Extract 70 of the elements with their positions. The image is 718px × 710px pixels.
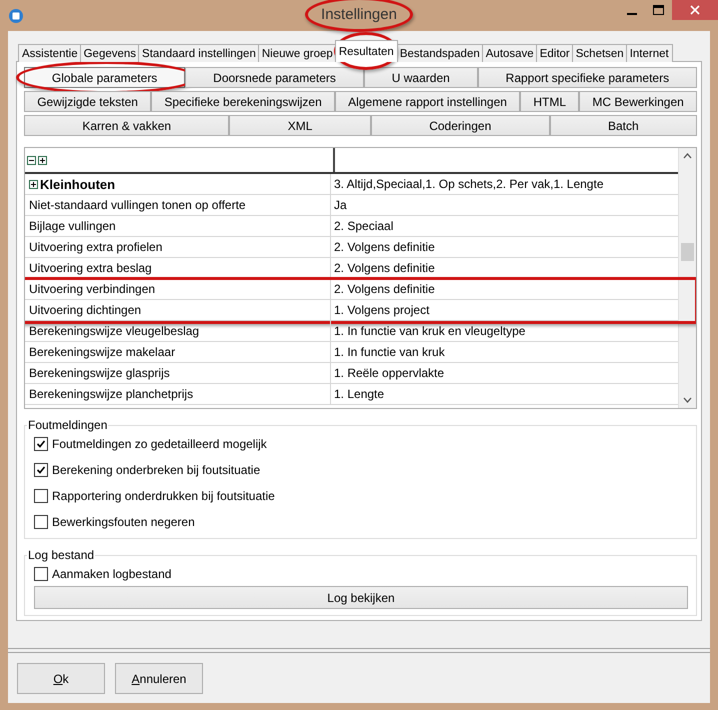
property-value: 1. Volgens project [334,303,430,317]
tab[interactable]: Internet [626,44,673,62]
section-button[interactable]: Coderingen [370,115,550,136]
property-value: 2. Volgens definitie [334,240,435,254]
property-name: Uitvoering verbindingen [29,282,156,296]
section-button[interactable]: Rapport specifieke parameters [478,67,698,88]
section-button[interactable]: Specifieke berekeningswijzen [151,91,335,112]
tab[interactable]: Gegevens [80,44,140,62]
app-icon [8,8,24,24]
checkbox[interactable] [34,489,48,503]
section-button[interactable]: XML [229,115,371,136]
tab[interactable]: Autosave [482,44,538,62]
close-button[interactable] [672,0,718,20]
property-value: 1. In functie van kruk [334,345,445,359]
property-value: 2. Volgens definitie [334,282,435,296]
section-button[interactable]: Gewijzigde teksten [24,91,152,112]
dialog-button[interactable]: Ok [17,663,105,694]
section-button[interactable]: Algemene rapport instellingen [334,91,520,112]
section-button[interactable]: MC Bewerkingen [579,91,697,112]
close-icon [690,5,700,15]
property-name: Kleinhouten [40,176,116,192]
property-name: Bijlage vullingen [29,219,116,233]
maximize-icon [653,5,664,15]
checkbox-option[interactable]: Rapportering onderdrukken bij foutsituatie [34,486,688,506]
property-name: Niet-standaard vullingen tonen op offerte [29,198,246,212]
tab[interactable]: Bestandspaden [396,44,484,62]
expand-icon[interactable] [29,180,38,188]
tab[interactable]: Schetsen [572,44,628,62]
checkbox-option[interactable]: Aanmaken logbestand [34,564,688,584]
property-name: Berekeningswijze vleugelbeslag [29,324,200,338]
property-value: 1. Lengte [334,387,384,401]
property-name: Uitvoering extra profielen [29,240,162,254]
property-value: Ja [334,198,347,212]
group-title: Log bestand [27,548,96,562]
section-button[interactable]: HTML [520,91,580,112]
property-name: Uitvoering dichtingen [29,303,142,317]
view-log-button[interactable]: Log bekijken [34,586,688,609]
property-name: Berekeningswijze makelaar [29,345,176,359]
tab[interactable]: Nieuwe groep [258,44,337,62]
property-value: 1. In functie van kruk en vleugeltype [334,324,526,338]
property-name: Berekeningswijze glasprijs [29,366,170,380]
section-button[interactable]: Karren & vakken [24,115,230,136]
property-value: 2. Speciaal [334,219,394,233]
property-name: Berekeningswijze planchetprijs [29,387,194,401]
tab[interactable]: Assistentie [18,44,82,62]
checkbox-option[interactable]: Bewerkingsfouten negeren [34,512,688,532]
tab[interactable]: Resultaten [334,40,398,62]
checkbox[interactable] [34,567,48,581]
checkbox-option[interactable]: Foutmeldingen zo gedetailleerd mogelijk [34,434,688,454]
property-value: 2. Volgens definitie [334,261,435,275]
window-title: Instellingen [321,6,397,23]
checkbox-option[interactable]: Berekening onderbreken bij foutsituatie [34,460,688,480]
property-value: 3. Altijd,Speciaal,1. Op schets,2. Per vak,1. Lengte [334,177,604,191]
scrollbar-thumb[interactable] [681,243,694,261]
checkbox[interactable] [34,463,48,477]
section-button[interactable]: U waarden [364,67,478,88]
property-name: Uitvoering extra beslag [29,261,152,275]
section-button[interactable]: Doorsnede parameters [185,67,364,88]
checkbox[interactable] [34,515,48,529]
checkbox[interactable] [34,437,48,451]
minimize-icon [626,13,636,15]
dialog-button[interactable]: Annuleren [115,663,203,694]
group-title: Foutmeldingen [27,418,108,432]
tab[interactable]: Standaard instellingen [138,44,260,62]
section-button[interactable]: Globale parameters [24,67,186,88]
collapse-icon[interactable] [27,156,36,164]
expand-icon[interactable] [38,156,47,164]
section-button[interactable]: Batch [550,115,698,136]
tab[interactable]: Editor [536,44,574,62]
property-value: 1. Reële oppervlakte [334,366,444,380]
